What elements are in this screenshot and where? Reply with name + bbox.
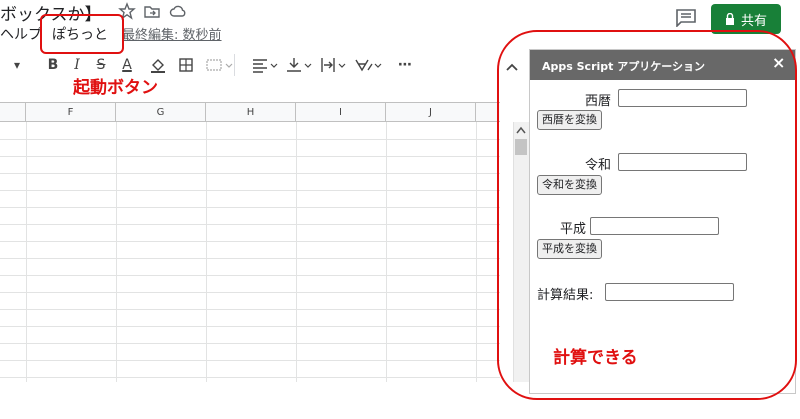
grid-row-line	[0, 275, 500, 276]
grid-row-line	[0, 258, 500, 259]
comment-history-icon[interactable]	[675, 9, 697, 27]
borders-icon[interactable]	[178, 57, 194, 73]
grid-column-line	[386, 122, 387, 382]
grid-row-line	[0, 309, 500, 310]
grid-row-line	[0, 207, 500, 208]
grid-row-line	[0, 139, 500, 140]
grid-row-line	[0, 190, 500, 191]
column-header-f[interactable]: F	[26, 103, 116, 122]
column-header-i[interactable]: I	[296, 103, 386, 122]
text-rotation-icon[interactable]	[354, 57, 384, 73]
grid-row-line	[0, 343, 500, 344]
grid-row-line	[0, 241, 500, 242]
annotation-box-menu	[40, 14, 124, 54]
grid-row-line	[0, 224, 500, 225]
toolbar-dropdown-chevron-icon[interactable]: ▾	[10, 50, 24, 80]
row-header-corner	[0, 103, 26, 122]
column-header-h[interactable]: H	[206, 103, 296, 122]
merge-cells-icon[interactable]	[206, 57, 234, 73]
vertical-align-icon[interactable]	[286, 57, 314, 73]
fill-color-icon[interactable]	[150, 57, 166, 73]
grid-row-line	[0, 326, 500, 327]
toolbar-divider	[234, 54, 244, 76]
lock-icon	[725, 13, 734, 25]
grid-column-line	[26, 122, 27, 382]
column-header-g[interactable]: G	[116, 103, 206, 122]
cloud-status-icon[interactable]	[169, 2, 187, 20]
annotation-box-sidebar	[497, 30, 797, 400]
text-wrap-icon[interactable]	[320, 57, 348, 73]
share-label: 共有	[740, 13, 767, 29]
grid-row-line	[0, 156, 500, 157]
grid-row-line	[0, 360, 500, 361]
grid-row-line	[0, 173, 500, 174]
annotation-launch-button: 起動ボタン	[73, 78, 158, 98]
menu-help[interactable]: ヘルプ	[0, 24, 42, 44]
spreadsheet-grid[interactable]	[0, 122, 500, 382]
move-folder-icon[interactable]	[143, 2, 161, 20]
last-edit-link[interactable]: 最終編集: 数秒前	[122, 24, 222, 43]
horizontal-align-icon[interactable]	[252, 57, 280, 73]
column-header-row: F G H I J	[0, 102, 500, 122]
column-header-j[interactable]: J	[386, 103, 476, 122]
grid-column-line	[116, 122, 117, 382]
grid-row-line	[0, 292, 500, 293]
grid-column-line	[476, 122, 477, 382]
more-options-icon[interactable]: ⋯	[396, 50, 414, 80]
grid-column-line	[206, 122, 207, 382]
grid-column-line	[296, 122, 297, 382]
annotation-can-calculate: 計算できる	[553, 348, 638, 368]
grid-row-line	[0, 377, 500, 378]
bold-button[interactable]: B	[44, 50, 62, 80]
